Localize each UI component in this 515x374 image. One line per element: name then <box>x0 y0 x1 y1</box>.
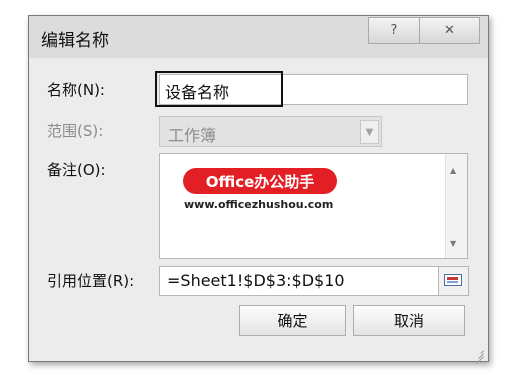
watermark-badge: Office办公助手 <box>183 168 337 194</box>
watermark-url: www.officezhushou.com <box>184 198 334 211</box>
collapse-dialog-button[interactable] <box>438 266 469 296</box>
chevron-down-icon[interactable]: ▼ <box>360 120 379 144</box>
arrow-up-icon[interactable]: ▲ <box>450 166 456 175</box>
scope-select[interactable]: 工作簿 ▼ <box>159 116 382 147</box>
reference-value: =Sheet1!$D$3:$D$10 <box>167 271 345 290</box>
reference-label: 引用位置(R): <box>47 272 135 290</box>
title-bar: 编辑名称 ? ✕ <box>29 16 488 58</box>
arrow-down-icon[interactable]: ▼ <box>450 239 456 248</box>
ok-button[interactable]: 确定 <box>239 305 346 336</box>
close-button[interactable]: ✕ <box>419 17 480 44</box>
help-button[interactable]: ? <box>368 17 420 44</box>
comment-scrollbar[interactable]: ▲ ▼ <box>445 154 467 258</box>
collapse-dialog-icon <box>444 274 462 286</box>
dialog-title: 编辑名称 <box>41 31 109 51</box>
reference-input[interactable]: =Sheet1!$D$3:$D$10 <box>159 266 439 296</box>
comment-label: 备注(O): <box>47 161 106 179</box>
scope-label: 范围(S): <box>47 122 104 140</box>
name-value: 设备名称 <box>165 83 230 102</box>
cancel-button[interactable]: 取消 <box>353 305 465 336</box>
scope-value: 工作簿 <box>168 126 217 145</box>
name-label: 名称(N): <box>47 81 105 99</box>
edit-name-dialog: 编辑名称 ? ✕ 名称(N): 设备名称 范围(S): 工作簿 ▼ 备注(O):… <box>28 15 489 365</box>
comment-textarea[interactable]: Office办公助手 www.officezhushou.com ▲ ▼ <box>159 153 468 259</box>
resize-grip-icon[interactable] <box>474 347 484 365</box>
